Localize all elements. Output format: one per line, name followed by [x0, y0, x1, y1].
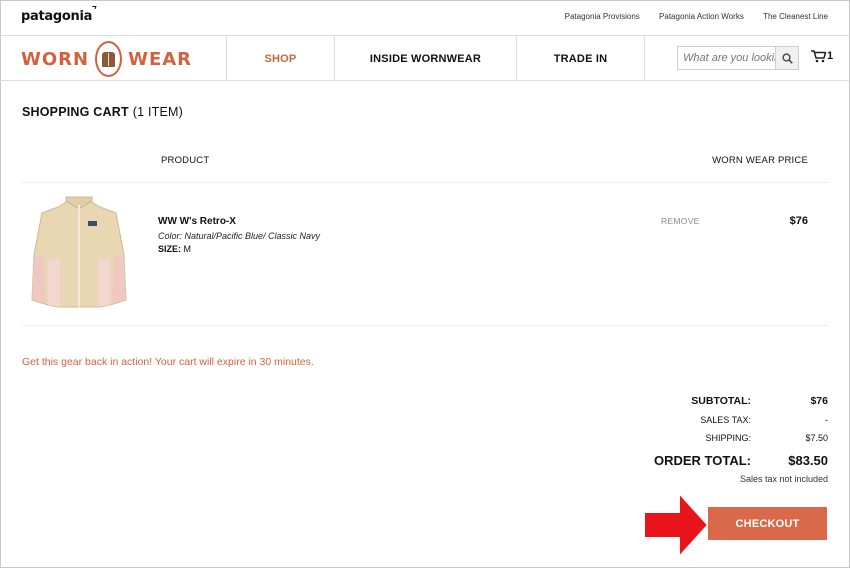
- nav-inside-wornwear[interactable]: INSIDE WORNWEAR: [334, 36, 516, 81]
- search-button[interactable]: [775, 47, 798, 69]
- worn-wear-logo[interactable]: WORN WEAR: [21, 40, 192, 78]
- expiry-message: Get this gear back in action! Your cart …: [22, 356, 314, 368]
- product-color: Color: Natural/Pacific Blue/ Classic Nav…: [158, 231, 321, 241]
- subtotal-value: $76: [810, 395, 828, 407]
- nav-divider: [644, 36, 645, 81]
- brand-worn: WORN: [21, 48, 90, 70]
- remove-button[interactable]: REMOVE: [661, 216, 700, 226]
- column-header-price: WORN WEAR PRICE: [712, 155, 808, 166]
- red-arrow-icon: [643, 492, 709, 558]
- main-nav: WORN WEAR SHOP INSIDE WORNWEAR TRADE IN …: [0, 36, 850, 81]
- link-provisions[interactable]: Patagonia Provisions: [565, 12, 640, 21]
- brand-wear: WEAR: [128, 48, 193, 70]
- sales-tax-value: -: [825, 415, 828, 425]
- column-header-product: PRODUCT: [161, 155, 210, 166]
- link-action-works[interactable]: Patagonia Action Works: [659, 12, 744, 21]
- cart-icon: [811, 50, 827, 63]
- product-image[interactable]: [30, 195, 128, 310]
- sales-tax-label: SALES TAX:: [700, 415, 751, 425]
- divider: [22, 325, 828, 326]
- top-bar: patagonia Patagonia Provisions Patagonia…: [0, 0, 850, 36]
- product-price: $76: [789, 215, 808, 227]
- jacket-emblem-icon: [95, 41, 123, 77]
- shipping-label: SHIPPING:: [705, 433, 751, 443]
- search-input[interactable]: [678, 47, 775, 69]
- tax-note: Sales tax not included: [739, 474, 828, 484]
- patagonia-logo[interactable]: patagonia: [21, 6, 97, 24]
- item-count: (1 ITEM): [132, 105, 183, 119]
- top-links: Patagonia Provisions Patagonia Action Wo…: [548, 12, 828, 21]
- order-total-label: ORDER TOTAL:: [653, 453, 751, 468]
- product-size: SIZE: M: [158, 244, 192, 254]
- order-total-value: $83.50: [788, 453, 828, 468]
- search-box: [677, 46, 799, 70]
- cart-button[interactable]: 1: [810, 49, 833, 63]
- product-name[interactable]: WW W's Retro-X: [158, 216, 236, 227]
- cart-count: 1: [827, 50, 834, 62]
- subtotal-label: SUBTOTAL:: [691, 395, 751, 407]
- search-icon: [781, 52, 793, 64]
- nav-shop[interactable]: SHOP: [226, 36, 334, 81]
- link-cleanest-line[interactable]: The Cleanest Line: [763, 12, 828, 21]
- shipping-value: $7.50: [805, 433, 828, 443]
- divider: [22, 182, 828, 183]
- nav-trade-in[interactable]: TRADE IN: [516, 36, 644, 81]
- checkout-button[interactable]: CHECKOUT: [708, 507, 827, 540]
- page-title: SHOPPING CART (1 ITEM): [22, 105, 183, 119]
